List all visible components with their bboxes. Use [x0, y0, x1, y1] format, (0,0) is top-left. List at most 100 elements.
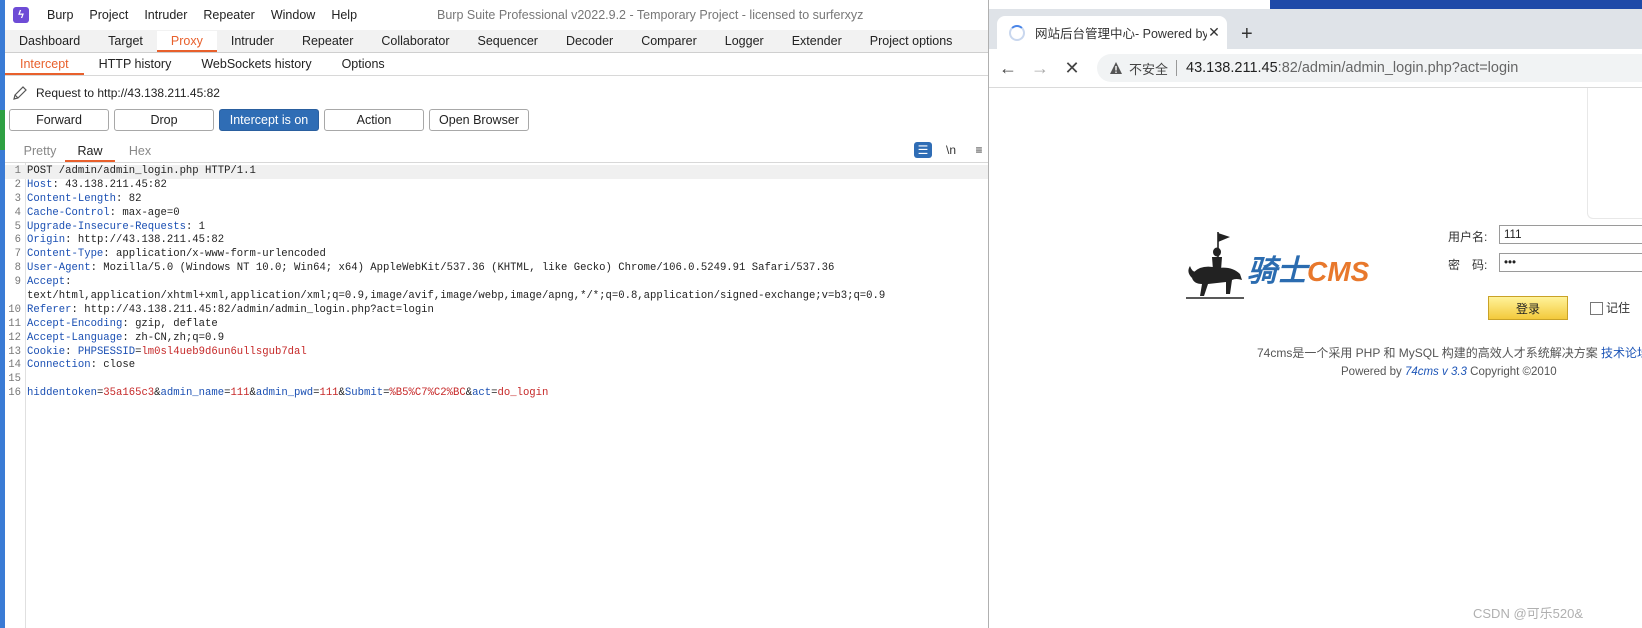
line-number: 8 [14, 262, 21, 275]
stop-loading-icon[interactable]: ✕ [1059, 55, 1085, 81]
tab-intruder[interactable]: Intruder [217, 31, 288, 52]
subtab-options[interactable]: Options [327, 54, 400, 75]
desktop-background [1270, 0, 1642, 9]
back-icon[interactable]: ← [995, 55, 1021, 81]
menu-bar: ϟ Burp Project Intruder Repeater Window … [5, 0, 988, 30]
line-value: 82 [128, 192, 142, 205]
action-button[interactable]: Action [324, 109, 424, 131]
subtab-intercept[interactable]: Intercept [5, 54, 84, 75]
not-secure-label[interactable]: 不安全 [1129, 59, 1168, 78]
line-content: text/html,application/xhtml+xml,applicat… [25, 290, 885, 304]
forum-link[interactable]: 技术论坛 [1601, 346, 1642, 360]
line-value: Mozilla/5.0 (Windows NT 10.0; Win64; x64… [103, 262, 835, 275]
menu-repeater[interactable]: Repeater [195, 8, 262, 22]
forward-icon[interactable]: → [1027, 55, 1053, 81]
powered-prefix: Powered by [1341, 366, 1402, 378]
request-line: 7 Content-Type: application/x-www-form-ur… [5, 248, 988, 262]
password-input[interactable]: ••• [1499, 253, 1642, 272]
editor-menu-icon[interactable]: ≡ [970, 142, 988, 158]
browser-tab-strip: 网站后台管理中心- Powered by 74cms ✕ + [989, 9, 1642, 49]
newline-toggle-icon[interactable]: \n [942, 142, 960, 158]
request-target: Request to http://43.138.211.45:82 [12, 83, 220, 103]
menu-burp[interactable]: Burp [39, 8, 81, 22]
powered-link[interactable]: 74cms v 3.3 [1405, 366, 1467, 378]
tab-proxy[interactable]: Proxy [156, 31, 217, 52]
line-content: Accept-Encoding: gzip, deflate [27, 317, 218, 330]
browser-window: 网站后台管理中心- Powered by 74cms ✕ + ← → ✕ 不安全… [988, 0, 1642, 628]
line-number: 6 [14, 234, 21, 247]
browser-tab-title: 网站后台管理中心- Powered by 74cms [1035, 27, 1207, 41]
line-content: Host: 43.138.211.45:82 [27, 178, 167, 191]
tab-hex[interactable]: Hex [115, 141, 165, 162]
header-name: Cookie [27, 345, 66, 358]
request-line: 15 [5, 373, 988, 387]
subtab-http-history[interactable]: HTTP history [84, 54, 187, 75]
request-line: 14 Connection: close [5, 359, 988, 373]
tab-logger[interactable]: Logger [711, 31, 778, 52]
line-value: application/x-www-form-urlencoded [116, 248, 326, 261]
description-text: 74cms是一个采用 PHP 和 MySQL 构建的高效人才系统解决方案 [1257, 346, 1598, 360]
tab-raw[interactable]: Raw [65, 141, 115, 162]
header-name: Upgrade-Insecure-Requests [27, 220, 186, 233]
tab-decoder[interactable]: Decoder [552, 31, 627, 52]
header-name: Content-Length [27, 192, 117, 205]
tab-extender[interactable]: Extender [778, 31, 856, 52]
body-param-value: 111 [230, 387, 250, 400]
burp-logo-icon: ϟ [13, 7, 29, 23]
username-input[interactable]: 111 [1499, 225, 1642, 244]
browser-tab[interactable]: 网站后台管理中心- Powered by 74cms ✕ [997, 16, 1227, 49]
request-line: 10 Referer: http://43.138.211.45:82/admin… [5, 304, 988, 318]
request-editor[interactable]: 1 POST /admin/admin_login.php HTTP/1.1 2 Ho… [5, 163, 988, 628]
forward-button[interactable]: Forward [9, 109, 109, 131]
subtab-websockets-history[interactable]: WebSockets history [186, 54, 326, 75]
editor-tab-bar: Pretty Raw Hex [5, 140, 988, 163]
line-content: Cache-Control: max-age=0 [27, 206, 180, 219]
line-content: Origin: http://43.138.211.45:82 [27, 234, 225, 247]
intercept-toggle-button[interactable]: Intercept is on [219, 109, 319, 131]
request-target-label: Request to http://43.138.211.45:82 [36, 86, 220, 100]
copyright-text: Copyright ©2010 [1470, 366, 1557, 378]
tab-collaborator[interactable]: Collaborator [367, 31, 463, 52]
address-bar[interactable]: 不安全 43.138.211.45:82/admin/admin_login.p… [1097, 54, 1642, 82]
remember-checkbox[interactable] [1590, 302, 1603, 315]
tab-dashboard[interactable]: Dashboard [5, 31, 94, 52]
drop-button[interactable]: Drop [114, 109, 214, 131]
login-button[interactable]: 登录 [1488, 296, 1568, 320]
line-value: 43.138.211.45:82 [65, 178, 167, 191]
header-name: Accept-Language [27, 331, 123, 344]
line-content: hiddentoken=35a165c3&admin_name=111&admi… [27, 387, 549, 400]
new-tab-icon[interactable]: + [1241, 23, 1253, 46]
intercept-toolbar: Forward Drop Intercept is on Action Open… [9, 109, 529, 131]
cookie-name: PHPSESSID [77, 345, 136, 358]
line-value: max-age=0 [122, 206, 180, 219]
line-value: zh-CN,zh;q=0.9 [135, 331, 225, 344]
line-number: 15 [8, 373, 21, 386]
tab-comparer[interactable]: Comparer [627, 31, 711, 52]
menu-intruder[interactable]: Intruder [136, 8, 195, 22]
line-content: Connection: close [27, 359, 136, 372]
menu-project[interactable]: Project [81, 8, 136, 22]
menu-window[interactable]: Window [263, 8, 323, 22]
tab-target[interactable]: Target [94, 31, 157, 52]
word-wrap-icon[interactable]: ☰ [914, 142, 932, 158]
tab-project-options[interactable]: Project options [856, 31, 967, 52]
header-name: Origin [27, 234, 66, 247]
line-content: Accept-Language: zh-CN,zh;q=0.9 [27, 331, 225, 344]
line-value: gzip, deflate [135, 317, 218, 330]
editor-icons: ☰ \n ≡ [914, 142, 988, 158]
line-number [5, 290, 25, 304]
line-content: Upgrade-Insecure-Requests: 1 [27, 220, 206, 233]
open-browser-button[interactable]: Open Browser [429, 109, 529, 131]
close-tab-icon[interactable]: ✕ [1207, 24, 1221, 41]
tab-pretty[interactable]: Pretty [15, 141, 65, 162]
menu-help[interactable]: Help [323, 8, 365, 22]
request-line: 4 Cache-Control: max-age=0 [5, 207, 988, 221]
warning-icon [1110, 62, 1122, 74]
body-param-name: hiddentoken [27, 387, 97, 400]
logo-cms: CMS [1307, 256, 1370, 287]
main-tab-bar: Dashboard Target Proxy Intruder Repeater… [5, 30, 988, 53]
line-content: Content-Length: 82 [27, 192, 142, 205]
line-number: 4 [14, 206, 21, 219]
tab-repeater[interactable]: Repeater [288, 31, 367, 52]
tab-sequencer[interactable]: Sequencer [463, 31, 551, 52]
